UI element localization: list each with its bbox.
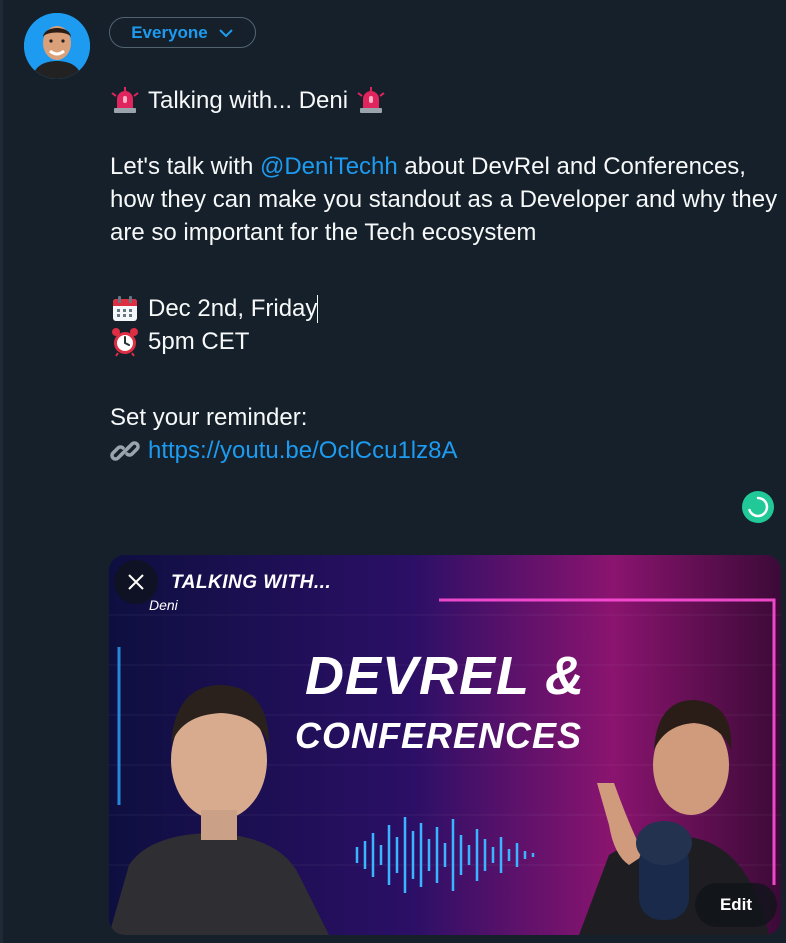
- intro-text-start: Let's talk with: [110, 153, 260, 180]
- media-attachment[interactable]: TALKING WITH... Deni DEVREL & CONFERENCE…: [109, 555, 781, 935]
- close-icon: [128, 574, 144, 590]
- edit-media-button[interactable]: Edit: [695, 883, 777, 927]
- text-cursor: [317, 294, 319, 323]
- siren-icon: [356, 86, 386, 116]
- date-text: Dec 2nd, Friday: [148, 295, 318, 322]
- thumbnail-series-text: TALKING WITH...: [171, 572, 332, 593]
- date-line: Dec 2nd, Friday: [110, 292, 778, 325]
- intro-paragraph: Let's talk with @DeniTechh about DevRel …: [110, 150, 778, 249]
- alarm-clock-icon: [110, 327, 140, 357]
- chevron-down-icon: [219, 28, 233, 37]
- thumbnail-headline-1: DEVREL &: [305, 646, 586, 706]
- youtube-url-link[interactable]: https://youtu.be/OclCcu1lz8A: [148, 434, 458, 467]
- title-text: Talking with... Deni: [148, 87, 349, 114]
- left-border: [0, 0, 3, 943]
- audience-selector-button[interactable]: Everyone: [109, 17, 256, 48]
- reminder-line: Set your reminder:: [110, 401, 778, 434]
- time-text: 5pm CET: [148, 328, 250, 355]
- character-count-progress-icon: [742, 491, 774, 523]
- time-line: 5pm CET: [110, 325, 778, 358]
- siren-icon: [110, 86, 140, 116]
- tweet-compose-textarea[interactable]: Talking with... Deni Let's talk with @De…: [110, 84, 778, 467]
- link-icon: [110, 436, 140, 466]
- avatar[interactable]: [24, 13, 90, 79]
- reminder-text: Set your reminder:: [110, 404, 308, 431]
- thumbnail-headline-2: CONFERENCES: [295, 715, 583, 756]
- mention-link[interactable]: @DeniTechh: [260, 153, 398, 180]
- title-line: Talking with... Deni: [110, 84, 778, 117]
- url-line: https://youtu.be/OclCcu1lz8A: [110, 434, 778, 467]
- avatar-image: [24, 13, 90, 79]
- thumbnail-guest-text: Deni: [149, 597, 178, 613]
- calendar-icon: [110, 294, 140, 324]
- remove-media-button[interactable]: [114, 560, 158, 604]
- audience-label: Everyone: [131, 22, 208, 42]
